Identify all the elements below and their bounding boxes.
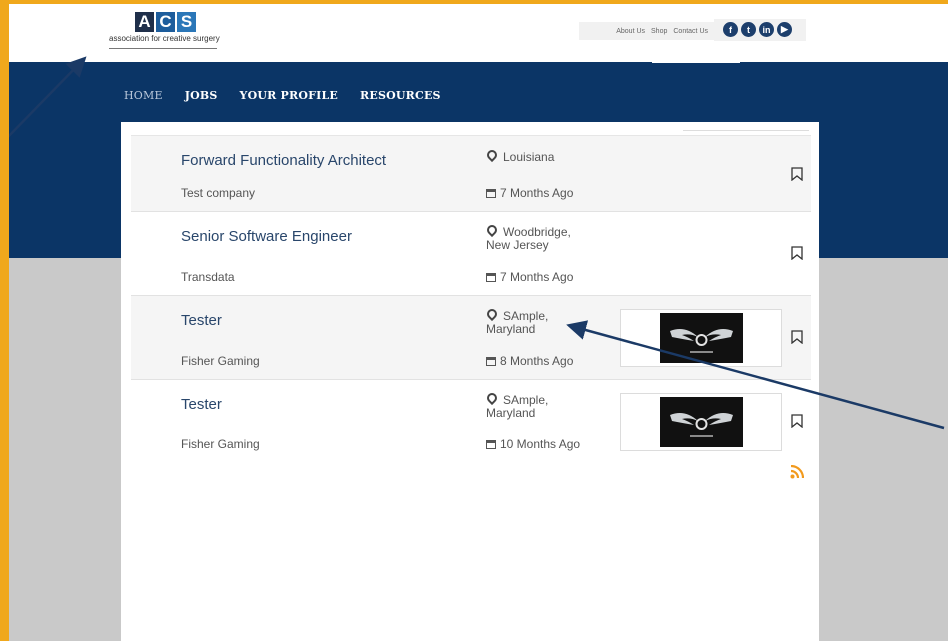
arrow-to-logo — [9, 56, 87, 138]
arrow-to-location — [566, 320, 945, 430]
page-frame: A C S association for creative surgery A… — [9, 4, 948, 641]
annotation-arrows — [9, 56, 945, 430]
